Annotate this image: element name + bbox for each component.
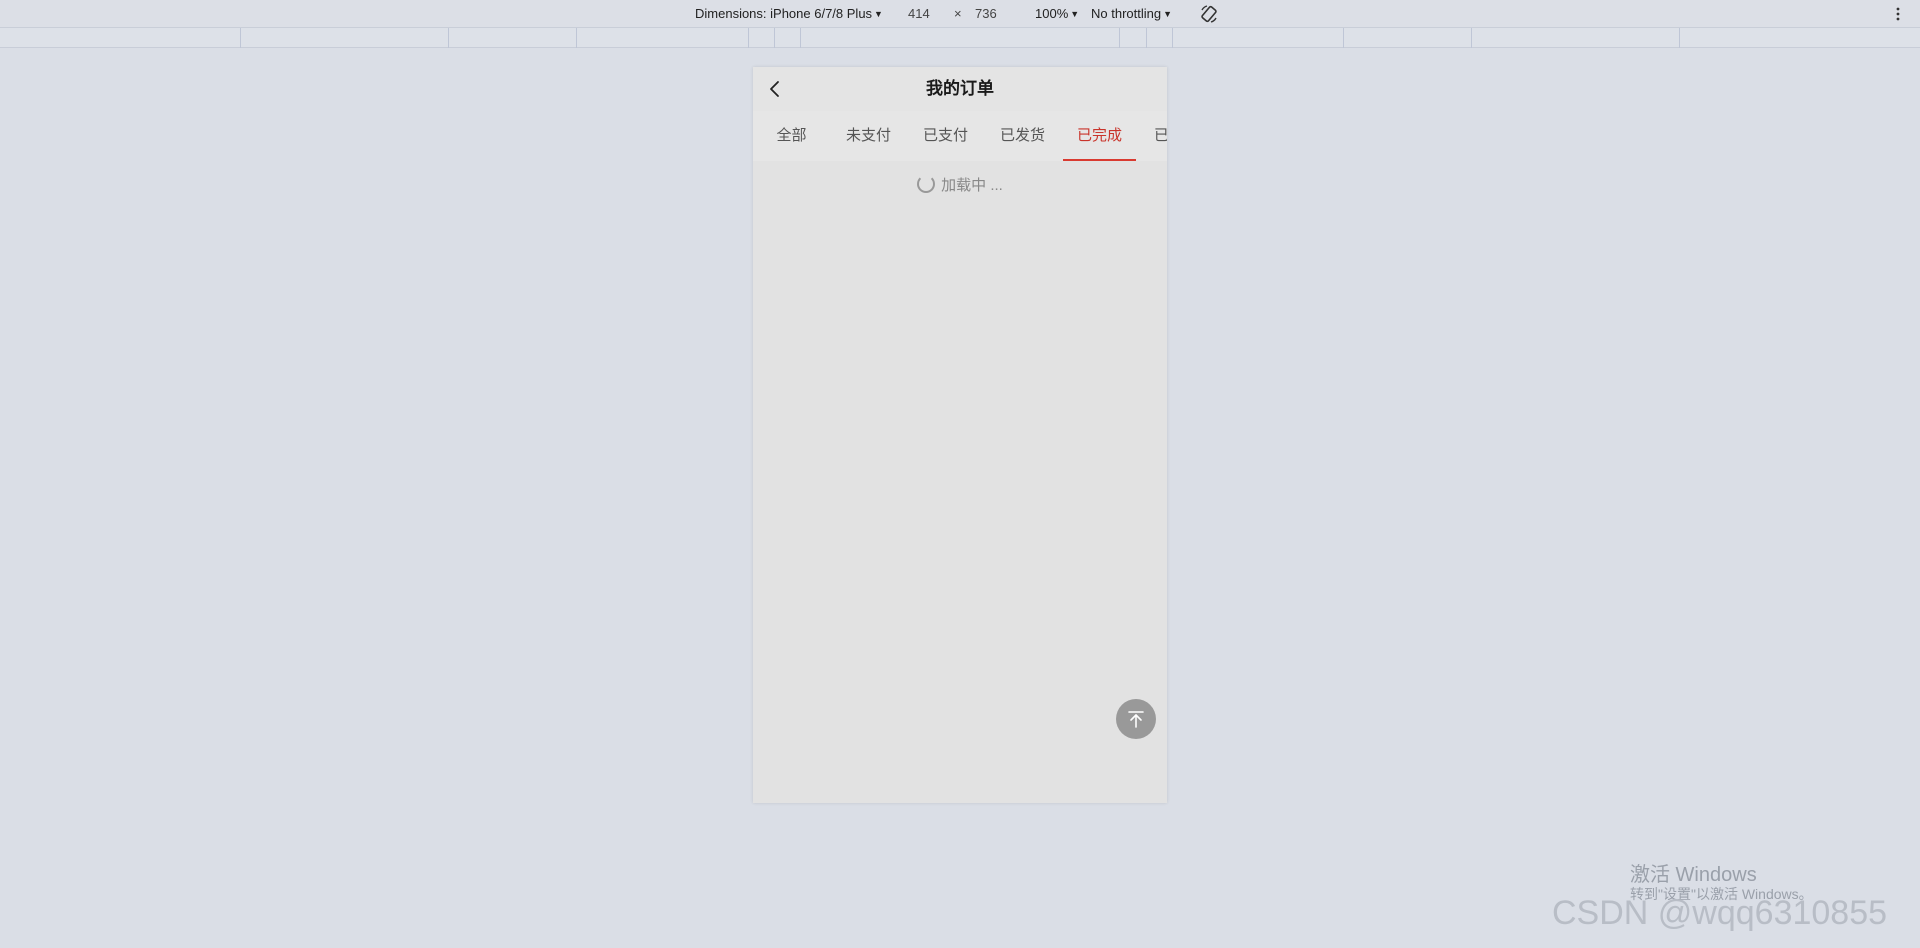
order-status-tabs: 全部 未支付 已支付 已发货 已完成 已取消 [753,111,1167,161]
ruler-tick [1172,28,1173,48]
device-viewport: 我的订单 全部 未支付 已支付 已发货 已完成 已取消 加载中 ... [753,67,1167,803]
tab-completed[interactable]: 已完成 [1061,111,1138,161]
loading-text: 加载中 ... [941,177,1003,194]
ruler-tick [240,28,241,48]
ruler-tick [1119,28,1120,48]
ruler-tick [448,28,449,48]
devtools-device-toolbar: Dimensions: iPhone 6/7/8 Plus ▼ 414 × 736… [0,0,1920,28]
back-arrow-icon[interactable] [763,77,787,101]
tab-paid[interactable]: 已支付 [907,111,984,161]
tab-shipped[interactable]: 已发货 [984,111,1061,161]
height-input[interactable]: 736 [975,6,997,21]
ruler-tick [576,28,577,48]
throttling-select[interactable]: No throttling ▼ [1091,6,1172,21]
chevron-down-icon: ▼ [1163,9,1173,19]
ruler-tick [1471,28,1472,48]
zoom-label: 100% [1035,6,1069,21]
ruler-tick [774,28,775,48]
csdn-watermark: CSDN @wqq6310855 [1552,894,1888,932]
more-options-icon[interactable] [1895,4,1901,24]
back-to-top-button[interactable] [1116,699,1156,739]
spinner-icon [917,175,936,193]
chevron-down-icon: ▼ [1070,9,1080,19]
media-query-ruler [0,28,1920,48]
chevron-down-icon: ▼ [874,9,883,19]
ruler-tick [1679,28,1680,48]
ruler-tick [748,28,749,48]
dimension-separator: × [954,6,962,21]
tab-unpaid[interactable]: 未支付 [830,111,907,161]
loading-indicator: 加载中 ... [753,174,1167,198]
ruler-tick [1343,28,1344,48]
page-title: 我的订单 [926,79,994,98]
ruler-tick [800,28,801,48]
width-input[interactable]: 414 [908,6,930,21]
device-select[interactable]: Dimensions: iPhone 6/7/8 Plus ▼ [695,6,883,21]
throttling-label: No throttling [1091,6,1162,21]
ruler-tick [1146,28,1147,48]
arrow-up-to-line-icon [1128,711,1144,728]
windows-activation-title: 激活 Windows [1630,864,1757,886]
tab-cancelled[interactable]: 已取消 [1138,111,1167,161]
nav-bar: 我的订单 [753,67,1167,111]
rotate-icon[interactable] [1199,4,1219,24]
zoom-select[interactable]: 100% ▼ [1035,6,1079,21]
device-select-label: Dimensions: iPhone 6/7/8 Plus [695,6,873,21]
tab-all[interactable]: 全部 [753,111,830,161]
